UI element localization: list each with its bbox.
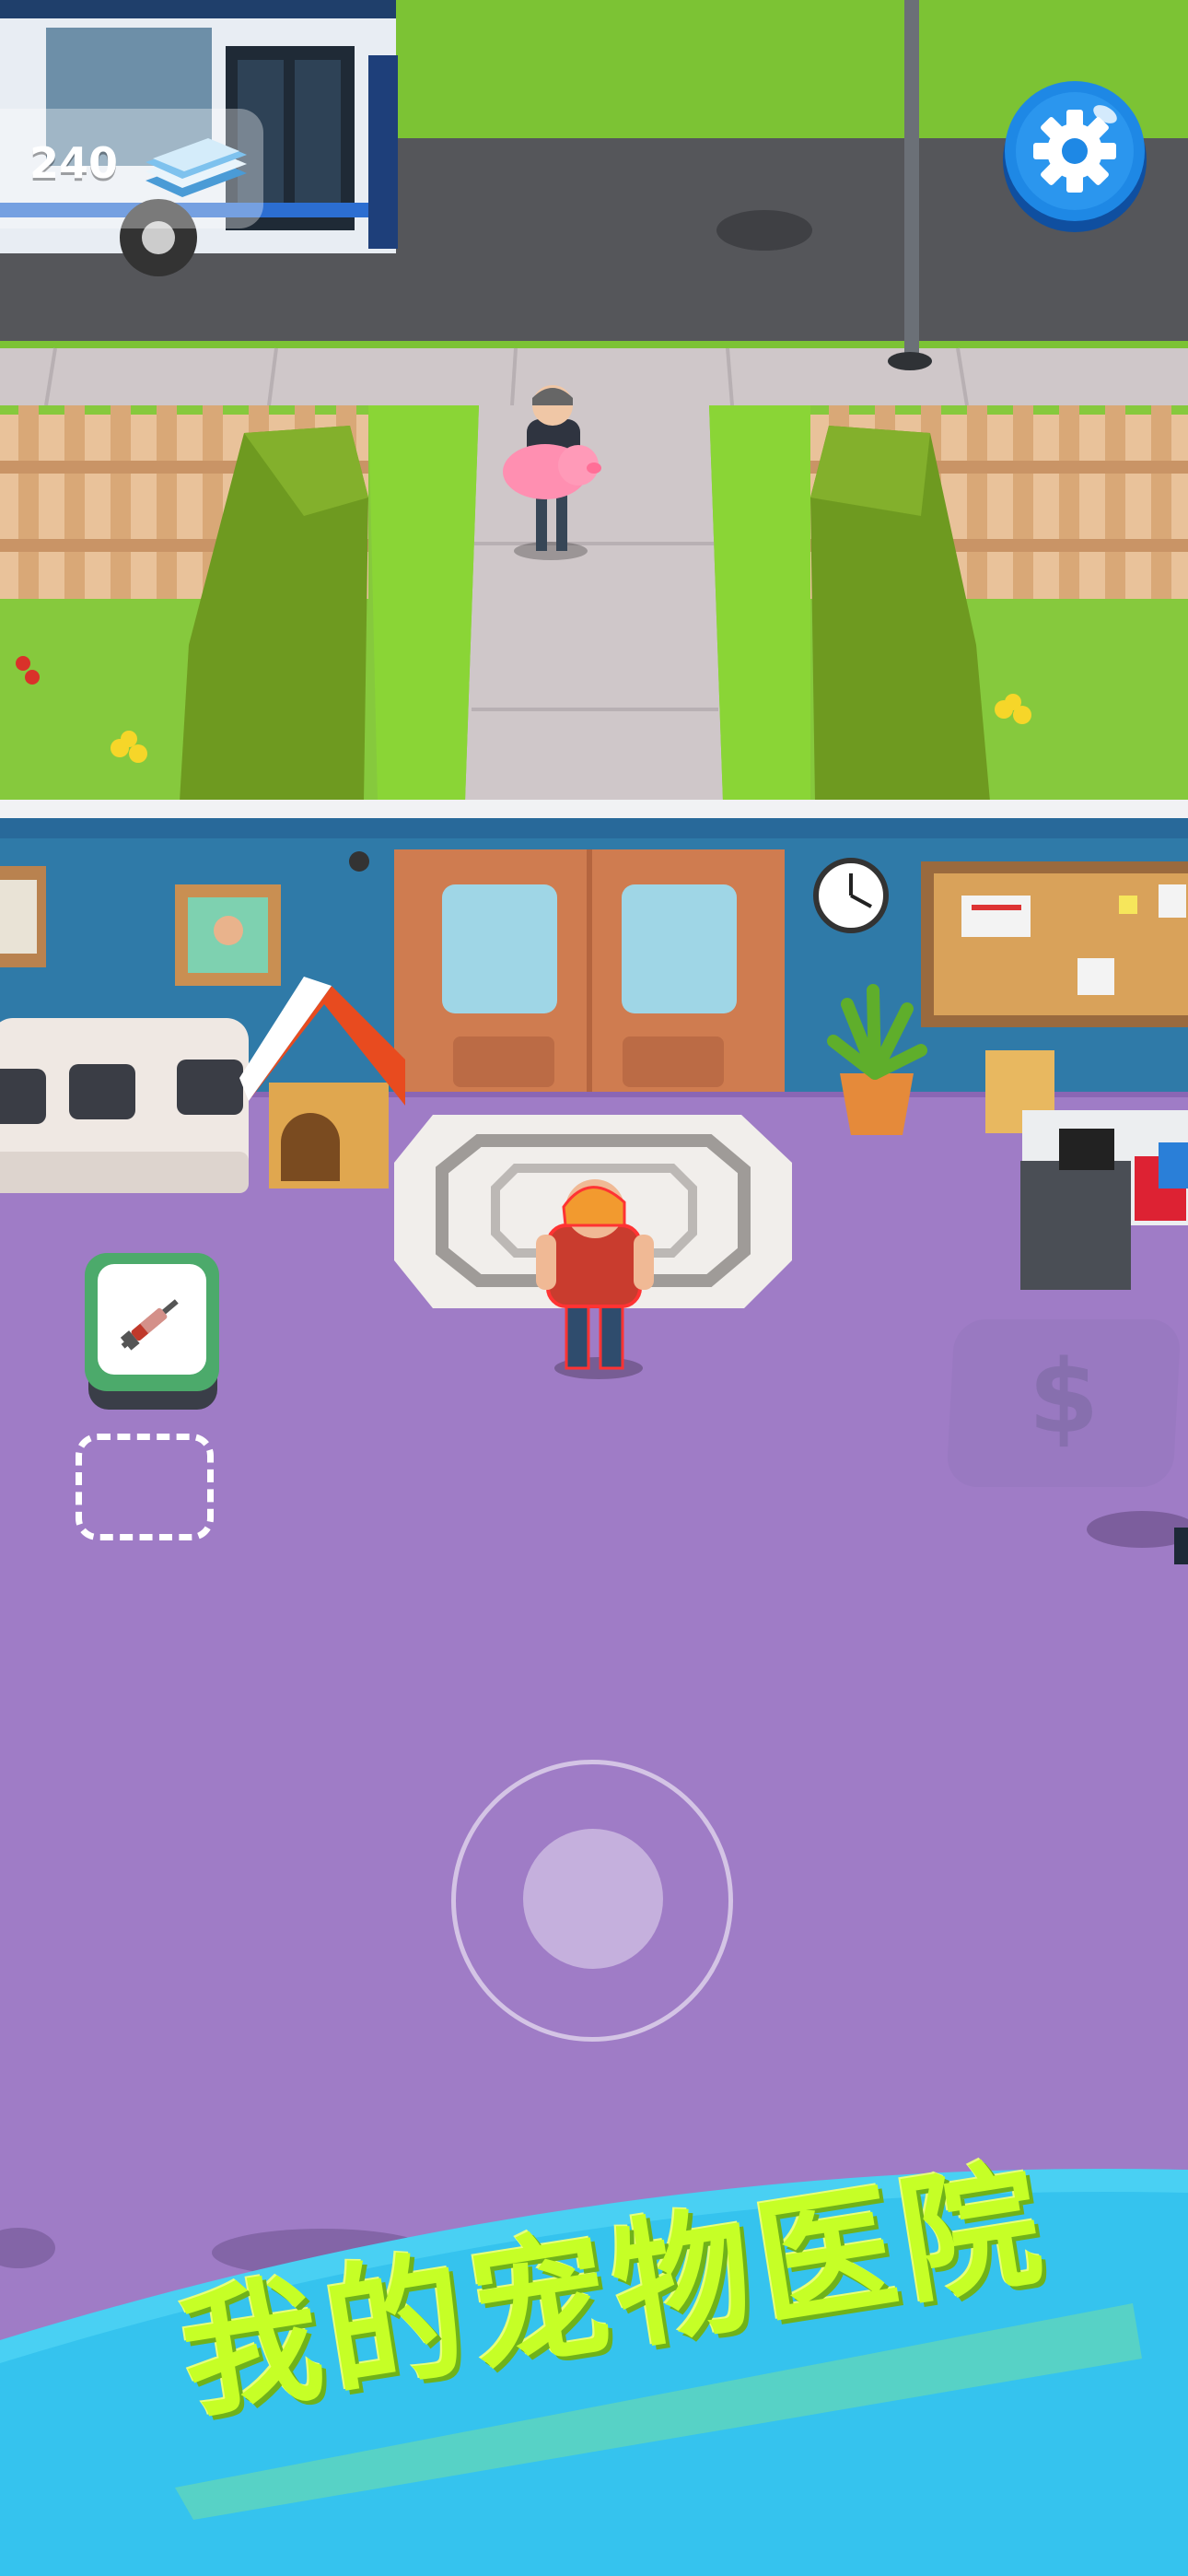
item-drop-zone[interactable] — [76, 1434, 214, 1540]
building-roof-edge — [0, 800, 1188, 818]
settings-button[interactable] — [1002, 77, 1147, 234]
joystick-knob[interactable] — [523, 1829, 663, 1969]
corkboard — [921, 861, 1188, 1027]
gear-icon — [1003, 81, 1147, 232]
clinic-door — [394, 849, 785, 1096]
street-lamp — [904, 0, 919, 355]
cash-stack-icon — [146, 138, 247, 197]
cash-register-label: $ — [1028, 1338, 1100, 1456]
money-counter: 240 — [29, 138, 119, 188]
sofa — [0, 1018, 249, 1193]
sidewalk — [0, 348, 1188, 405]
wall-clock — [813, 858, 889, 933]
syringe-icon — [120, 1299, 179, 1351]
